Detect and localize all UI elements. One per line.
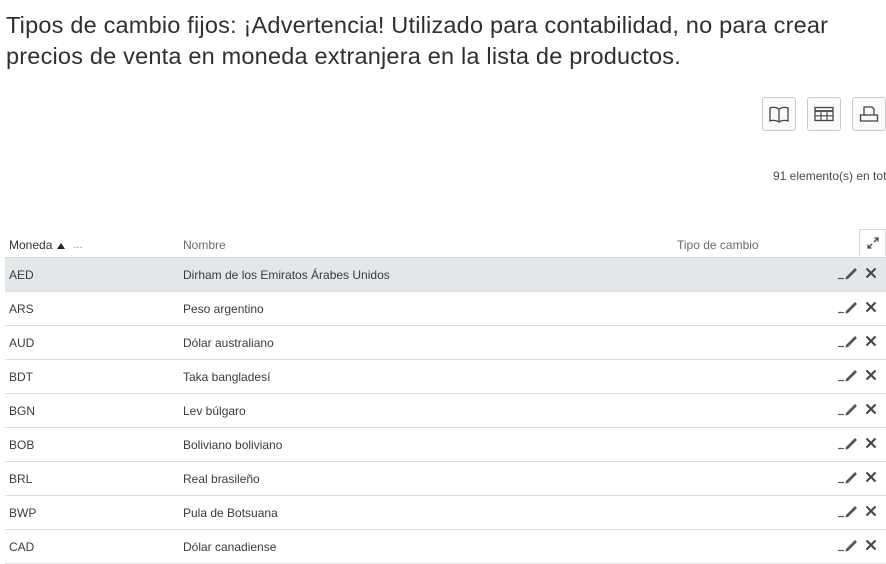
edit-button[interactable] [836, 539, 860, 555]
edit-button[interactable] [836, 301, 860, 317]
cell-nombre: Pula de Botsuana [183, 506, 278, 520]
cell-nombre: Peso argentino [183, 302, 264, 316]
table-row[interactable]: AED Dirham de los Emiratos Árabes Unidos [5, 258, 886, 292]
delete-button[interactable] [864, 539, 878, 555]
table-icon [814, 106, 834, 122]
table-row[interactable]: BDT Taka bangladesí [5, 360, 886, 394]
row-actions [836, 471, 878, 487]
table-row[interactable]: AUD Dólar australiano [5, 326, 886, 360]
page: Tipos de cambio fijos: ¡Advertencia! Uti… [0, 0, 886, 564]
pencil-icon [837, 504, 859, 523]
cell-nombre: Lev búlgaro [183, 404, 246, 418]
pencil-icon [837, 334, 859, 353]
row-actions [836, 539, 878, 555]
item-count: 91 elemento(s) en tota [773, 169, 886, 183]
row-actions [836, 301, 878, 317]
close-icon [865, 334, 877, 352]
cell-nombre: Dólar australiano [183, 336, 274, 350]
delete-button[interactable] [864, 369, 878, 385]
cell-moneda: BRL [9, 472, 33, 486]
close-icon [865, 538, 877, 556]
edit-button[interactable] [836, 369, 860, 385]
close-icon [865, 436, 877, 454]
view-toolbar [762, 97, 886, 131]
row-actions [836, 335, 878, 351]
pencil-icon [837, 266, 859, 285]
table-row[interactable]: BRL Real brasileño [5, 462, 886, 496]
pencil-icon [837, 538, 859, 557]
delete-button[interactable] [864, 505, 878, 521]
table-row[interactable]: BGN Lev búlgaro [5, 394, 886, 428]
table-row[interactable]: CAD Dólar canadiense [5, 530, 886, 564]
close-icon [865, 368, 877, 386]
cell-moneda: BOB [9, 438, 35, 452]
row-actions [836, 369, 878, 385]
delete-button[interactable] [864, 267, 878, 283]
currency-table: Moneda ... Nombre Tipo de cambio AED Dirh… [5, 229, 886, 564]
cell-moneda: AUD [9, 336, 35, 350]
pencil-icon [837, 470, 859, 489]
cell-moneda: BGN [9, 404, 36, 418]
column-menu-button[interactable]: ... [73, 239, 82, 251]
delete-button[interactable] [864, 403, 878, 419]
page-title: Tipos de cambio fijos: ¡Advertencia! Uti… [6, 12, 829, 69]
sort-ascending-icon [57, 242, 66, 249]
close-icon [865, 266, 877, 284]
table-body: AED Dirham de los Emiratos Árabes Unidos A… [5, 258, 886, 564]
edit-button[interactable] [836, 267, 860, 283]
column-header-moneda[interactable]: Moneda ... [9, 238, 83, 252]
delete-button[interactable] [864, 471, 878, 487]
column-header-nombre[interactable]: Nombre [183, 238, 226, 252]
print-button[interactable] [852, 97, 886, 131]
cell-moneda: BDT [9, 370, 33, 384]
cell-nombre: Boliviano boliviano [183, 438, 283, 452]
column-header-tipo-de-cambio[interactable]: Tipo de cambio [677, 238, 759, 252]
table-row[interactable]: BWP Pula de Botsuana [5, 496, 886, 530]
row-actions [836, 505, 878, 521]
close-icon [865, 504, 877, 522]
close-icon [865, 402, 877, 420]
column-header-moneda-label: Moneda [9, 238, 53, 252]
delete-button[interactable] [864, 301, 878, 317]
close-icon [865, 300, 877, 318]
cell-moneda: BWP [9, 506, 37, 520]
print-icon [859, 106, 879, 122]
delete-button[interactable] [864, 437, 878, 453]
pencil-icon [837, 368, 859, 387]
cell-nombre: Taka bangladesí [183, 370, 271, 384]
table-row[interactable]: ARS Peso argentino [5, 292, 886, 326]
table-view-button[interactable] [807, 97, 841, 131]
cell-nombre: Dirham de los Emiratos Árabes Unidos [183, 268, 390, 282]
delete-button[interactable] [864, 335, 878, 351]
table-header: Moneda ... Nombre Tipo de cambio [5, 229, 886, 258]
close-icon [865, 470, 877, 488]
pencil-icon [837, 402, 859, 421]
expand-icon [866, 237, 879, 249]
edit-button[interactable] [836, 335, 860, 351]
row-actions [836, 267, 878, 283]
expand-table-button[interactable] [859, 229, 886, 256]
book-view-button[interactable] [762, 97, 796, 131]
edit-button[interactable] [836, 471, 860, 487]
book-icon [769, 106, 789, 123]
edit-button[interactable] [836, 437, 860, 453]
row-actions [836, 403, 878, 419]
pencil-icon [837, 436, 859, 455]
cell-nombre: Real brasileño [183, 472, 260, 486]
cell-moneda: CAD [9, 540, 35, 554]
table-row[interactable]: BOB Boliviano boliviano [5, 428, 886, 462]
edit-button[interactable] [836, 505, 860, 521]
row-actions [836, 437, 878, 453]
cell-moneda: AED [9, 268, 34, 282]
cell-moneda: ARS [9, 302, 34, 316]
pencil-icon [837, 300, 859, 319]
edit-button[interactable] [836, 403, 860, 419]
cell-nombre: Dólar canadiense [183, 540, 277, 554]
